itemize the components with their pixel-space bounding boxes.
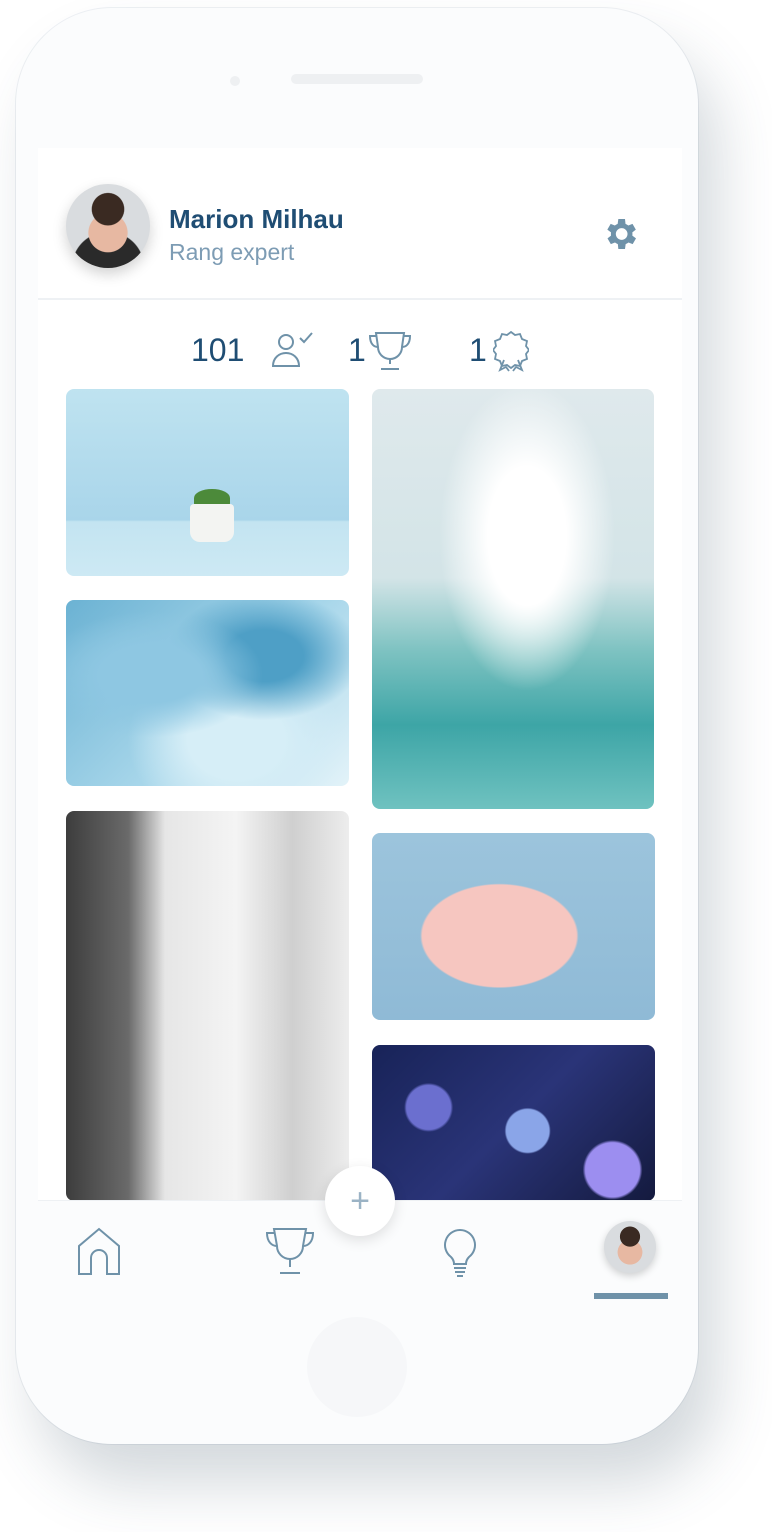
photo-house[interactable] — [66, 811, 349, 1201]
stats-row: 101 1 1 — [38, 326, 682, 376]
photo-water[interactable] — [66, 600, 349, 786]
phone-frame: Marion Milhau Rang expert 101 1 1 + — [16, 8, 698, 1444]
profile-name: Marion Milhau — [169, 204, 344, 234]
gear-icon[interactable] — [600, 214, 640, 254]
home-icon[interactable] — [76, 1226, 122, 1276]
profile-avatar[interactable] — [66, 184, 150, 268]
photo-flowers[interactable] — [372, 1045, 655, 1201]
plus-icon: + — [350, 1182, 370, 1220]
trophy-icon[interactable] — [264, 1226, 316, 1276]
photo-plant[interactable] — [66, 389, 349, 576]
speaker-slot — [291, 74, 423, 84]
add-button[interactable]: + — [325, 1166, 395, 1236]
phone-home-button[interactable] — [307, 1317, 407, 1417]
profile-header: Marion Milhau Rang expert — [38, 148, 682, 300]
camera-dot — [230, 76, 240, 86]
active-tab-indicator — [594, 1293, 668, 1299]
photo-suitcase[interactable] — [372, 833, 655, 1020]
profile-rank: Rang expert — [169, 239, 295, 265]
user-check-icon — [271, 332, 313, 367]
badges-count: 1 — [469, 332, 487, 368]
award-badge-icon — [493, 330, 529, 372]
plant-pot — [190, 504, 234, 542]
profile-tab-avatar[interactable] — [604, 1221, 656, 1273]
lightbulb-icon[interactable] — [442, 1228, 478, 1278]
trophies-count: 1 — [348, 332, 366, 368]
app-screen: Marion Milhau Rang expert 101 1 1 + — [38, 148, 682, 1309]
followers-count: 101 — [191, 332, 245, 368]
trophy-icon — [368, 332, 412, 370]
photo-clouds[interactable] — [372, 389, 654, 809]
